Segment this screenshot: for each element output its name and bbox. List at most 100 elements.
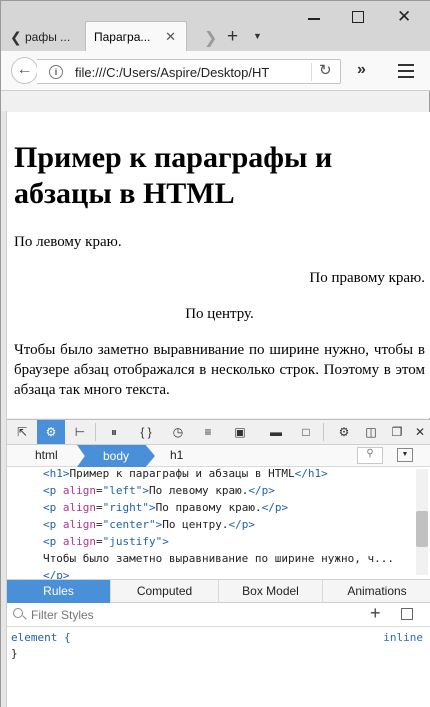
page-heading: Пример к параграфы и абзацы в HTML (14, 141, 333, 210)
tag: </p> (261, 501, 289, 514)
tag-text: По правому краю. (155, 501, 262, 514)
tab-animations[interactable]: Animations (323, 580, 430, 603)
toolbar-separator (323, 423, 324, 441)
markup-line[interactable]: Чтобы было заметно выравнивание по ширин… (43, 550, 394, 567)
settings-gear-icon[interactable]: ⚙ (333, 420, 355, 444)
close-tab-icon[interactable]: ✕ (165, 29, 176, 45)
rules-view: element { inline } (7, 628, 430, 707)
close-window-icon[interactable]: ✕ (397, 7, 411, 27)
paragraph-right: По правому краю. (309, 270, 425, 286)
tab-label: рафы ... (25, 30, 71, 44)
undock-icon[interactable]: ❐ (387, 420, 407, 444)
attr-value: "left" (102, 484, 143, 497)
tab-previous[interactable]: рафы ... (21, 23, 83, 51)
pick-element-icon[interactable]: ⇱ (11, 420, 33, 444)
search-html-icon[interactable]: ⚲ (357, 447, 383, 464)
maximize-icon[interactable] (352, 11, 364, 23)
tag: </p> (228, 518, 255, 531)
attr-value: "right" (102, 501, 149, 514)
console-icon[interactable]: ⊢ (69, 420, 91, 444)
markup-line[interactable]: <h1>Пример к параграфы и абзацы в HTML</… (43, 467, 328, 482)
markup-scrollbar[interactable] (416, 469, 428, 575)
paragraph-center: По центру. (185, 306, 254, 322)
markup-line[interactable]: <p align="right">По правому краю.</p> (43, 499, 288, 516)
tag-text: Пример к параграфы и абзацы в HTML (69, 467, 295, 480)
tag: <h1> (43, 467, 70, 480)
tab-label: Парагра... (94, 30, 151, 44)
filter-bar: + (7, 603, 430, 627)
attr: align (62, 501, 96, 514)
close-devtools-icon[interactable]: ✕ (411, 420, 429, 444)
tab-rules[interactable]: Rules (7, 580, 111, 603)
tag: </p> (43, 569, 70, 579)
url-text[interactable]: file:///C:/Users/Aspire/Desktop/HT (75, 65, 269, 80)
tag: <p (43, 484, 63, 497)
reload-icon[interactable]: ↻ (319, 61, 332, 79)
sidebar-tabs: Rules Computed Box Model Animations (7, 579, 430, 603)
markup-line[interactable]: </p> (43, 567, 70, 579)
style-editor-icon[interactable]: { } (133, 420, 159, 444)
info-icon[interactable]: i (49, 65, 63, 79)
attr-value: "justify" (102, 535, 163, 548)
attr: align (62, 484, 96, 497)
performance-icon[interactable]: ◷ (167, 420, 189, 444)
toolbar-separator (95, 423, 96, 441)
back-button[interactable]: ← (11, 57, 38, 84)
navigation-bar: ← i file:///C:/Users/Aspire/Desktop/HT ↻… (1, 51, 430, 91)
rule-source[interactable]: inline (383, 631, 423, 644)
new-tab-icon[interactable]: + (227, 26, 238, 48)
tag: <p (43, 535, 63, 548)
tab-scroll-left-icon[interactable]: ❮ (10, 29, 22, 46)
tag-text: По центру. (162, 518, 229, 531)
tab-scroll-right-icon[interactable]: ❯ (204, 28, 217, 48)
add-rule-icon[interactable]: + (370, 603, 381, 624)
tag: </h1> (294, 467, 328, 480)
copy-icon[interactable] (401, 608, 413, 620)
scrollbar-thumb[interactable] (416, 511, 428, 547)
breadcrumb-html[interactable]: html (35, 448, 58, 462)
tag: <p (43, 518, 63, 531)
network-icon[interactable]: ≡ (197, 420, 219, 444)
breadcrumb-h1[interactable]: h1 (170, 448, 183, 462)
breadcrumb: html body h1 ⚲ ▼ (7, 445, 430, 467)
inspector-icon[interactable]: ⚙ (37, 420, 65, 444)
markup-line[interactable]: <p align="left">По левому краю.</p> (43, 482, 275, 499)
attr-value: "center" (102, 518, 156, 531)
paragraph-left: По левому краю. (14, 234, 122, 250)
scratchpad-icon[interactable]: □ (295, 420, 317, 444)
tab-list-dropdown-icon[interactable]: ▼ (253, 31, 262, 41)
rule-selector[interactable]: element { (11, 631, 71, 644)
rule-end: } (11, 647, 18, 660)
tag: </p> (248, 484, 275, 497)
breadcrumb-body[interactable]: body (77, 445, 155, 467)
debugger-icon[interactable]: ⏸ (103, 420, 125, 444)
tab-box-model[interactable]: Box Model (219, 580, 323, 603)
devtools-toolbar: ⇱ ⚙ ⊢ ⏸ { } ◷ ≡ ▣ ▬ □ ⚙ ◫ ❐ ✕ (7, 420, 430, 445)
filter-styles-input[interactable] (11, 606, 357, 624)
url-bar[interactable]: i file:///C:/Users/Aspire/Desktop/HT ↻ (37, 59, 341, 84)
tag: > (142, 484, 149, 497)
devtools-panel: ⇱ ⚙ ⊢ ⏸ { } ◷ ≡ ▣ ▬ □ ⚙ ◫ ❐ ✕ html body … (7, 419, 430, 707)
overflow-chevron-icon[interactable]: » (357, 61, 366, 79)
tab-computed[interactable]: Computed (111, 580, 219, 603)
markup-line[interactable]: <p align="center">По центру.</p> (43, 516, 255, 533)
tag: > (162, 535, 169, 548)
paragraph-justify: Чтобы было заметно выравнивание по ширин… (14, 342, 425, 398)
screenshot-icon[interactable]: ▬ (265, 420, 287, 444)
page-content: Пример к параграфы и абзацы в HTML По ле… (7, 112, 430, 418)
dock-side-icon[interactable]: ◫ (361, 420, 381, 444)
tab-strip: ❮ рафы ... Парагра... ✕ ❯ + ▼ ✕ (1, 1, 430, 52)
hamburger-menu-icon[interactable] (398, 64, 414, 82)
browser-window: ❮ рафы ... Парагра... ✕ ❯ + ▼ ✕ ← i file… (0, 0, 430, 707)
attr: align (62, 518, 96, 531)
tag: <p (43, 501, 63, 514)
tag-text: По левому краю. (149, 484, 249, 497)
breadcrumb-menu-icon[interactable]: ▼ (397, 448, 413, 462)
tab-current[interactable]: Парагра... ✕ (85, 21, 187, 52)
attr: align (62, 535, 96, 548)
tag-text: Чтобы было заметно выравнивание по ширин… (43, 552, 394, 565)
markup-line[interactable]: <p align="justify"> (43, 533, 169, 550)
responsive-design-icon[interactable]: ▣ (227, 420, 253, 444)
minimize-icon[interactable] (308, 18, 320, 20)
markup-view: <h1>Пример к параграфы и абзацы в HTML</… (7, 467, 430, 579)
